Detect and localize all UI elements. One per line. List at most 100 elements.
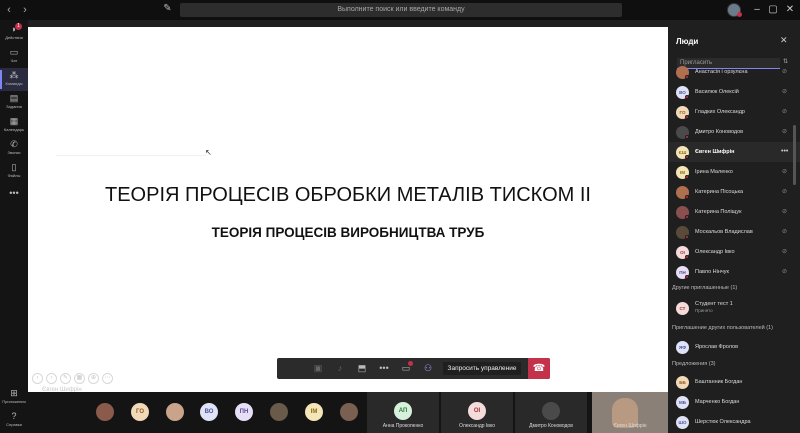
calendar-icon: ▦ <box>9 116 19 126</box>
mouse-cursor-icon: ↖ <box>205 148 212 157</box>
participant-video-tile[interactable]: Євген Шифрін <box>592 392 668 433</box>
pen-icon[interactable]: ✎ <box>60 373 71 384</box>
minimize-button[interactable]: – <box>750 3 764 17</box>
rail-help[interactable]: ? Справка <box>0 409 28 432</box>
camera-icon[interactable]: ▣ <box>307 358 329 379</box>
grid-icon[interactable]: ▦ <box>74 373 85 384</box>
participant-avatar: ОІ <box>468 402 486 420</box>
participant-avatar: ШО <box>676 416 689 429</box>
mic-off-icon: ⊘ <box>782 109 788 115</box>
participant-avatar <box>542 402 560 420</box>
rail-calls[interactable]: ✆ Звонки <box>0 137 28 160</box>
prev-slide-icon[interactable]: ‹ <box>32 373 43 384</box>
compose-icon[interactable]: ✎ <box>161 3 174 16</box>
participant-name: Олександр Івко <box>459 423 495 429</box>
suggestion-row[interactable]: МБ Марченко Богдан <box>668 392 800 412</box>
participant-row[interactable]: ОІ Олександр Івко ⊘ <box>668 242 800 262</box>
suggestion-row[interactable]: ШО Шерстюк Олександра <box>668 412 800 432</box>
participant-row[interactable]: ІМ Ірина Маленко ⊘ <box>668 162 800 182</box>
back-icon[interactable]: ‹ <box>2 4 16 16</box>
participant-row[interactable]: ПН Павло Нінчук ⊘ <box>668 262 800 282</box>
participant-status: Принято <box>695 308 713 313</box>
more-actions-icon[interactable]: ••• <box>373 358 395 379</box>
meeting-controls: ▣ ♪ ⬒ ••• ▭ ⚇ Запросить управление ☎ <box>277 358 550 379</box>
mic-icon[interactable]: ♪ <box>329 358 351 379</box>
close-button[interactable]: ✕ <box>783 3 797 17</box>
status-dot <box>685 155 689 159</box>
participant-avatar[interactable] <box>96 403 114 421</box>
rail-chat[interactable]: ▭ Чат <box>0 45 28 68</box>
mic-off-icon: ⊘ <box>782 249 788 255</box>
participant-avatar[interactable]: ВО <box>200 403 218 421</box>
more-options-icon[interactable]: ••• <box>781 142 788 162</box>
slide-title: ТЕОРІЯ ПРОЦЕСІВ ОБРОБКИ МЕТАЛІВ ТИСКОМ І… <box>105 184 591 206</box>
participant-row[interactable]: Катерина Пісоцька ⊘ <box>668 182 800 202</box>
participant-name: Василюк Олексій <box>695 89 739 95</box>
maximize-button[interactable]: ▢ <box>766 3 780 17</box>
participant-avatar[interactable] <box>270 403 288 421</box>
suggestion-row[interactable]: ББ Баштанник Богдан <box>668 372 800 392</box>
file-icon: ▯ <box>11 162 17 172</box>
participant-avatar[interactable] <box>340 403 358 421</box>
rail-teams[interactable]: ⁂ Команды <box>0 68 28 91</box>
zoom-icon[interactable]: ⊕ <box>88 373 99 384</box>
apps-icon: ⊞ <box>10 388 18 398</box>
rail-files[interactable]: ▯ Файлы <box>0 160 28 183</box>
mic-off-icon: ⊘ <box>782 169 788 175</box>
participant-avatar: СТ <box>676 302 689 315</box>
participant-row[interactable]: СТ Студент тест 1 Принято <box>668 298 800 318</box>
participant-name: Ірина Маленко <box>695 169 733 175</box>
participant-avatar[interactable]: ГО <box>131 403 149 421</box>
mic-off-icon: ⊘ <box>782 129 788 135</box>
participant-row[interactable]: Катерина Поліщук ⊘ <box>668 202 800 222</box>
rail-apps[interactable]: ⊞ Приложения <box>0 386 28 409</box>
search-input[interactable]: Выполните поиск или введите команду <box>180 3 622 17</box>
hang-up-button[interactable]: ☎ <box>528 358 550 379</box>
participant-avatar[interactable]: ПН <box>235 403 253 421</box>
participant-name: Катерина Пісоцька <box>695 189 744 195</box>
mic-off-icon: ⊘ <box>782 209 788 215</box>
chat-badge <box>408 361 413 366</box>
participant-avatar[interactable]: ІМ <box>305 403 323 421</box>
chat-icon[interactable]: ▭ <box>395 358 417 379</box>
rail-assignments[interactable]: ▤ Задания <box>0 91 28 114</box>
participant-avatar: МБ <box>676 396 689 409</box>
participant-name: Гладких Олександр <box>695 109 745 115</box>
slide-subtitle: ТЕОРІЯ ПРОЦЕСІВ ВИРОБНИЦТВА ТРУБ <box>211 225 485 240</box>
rail-calendar[interactable]: ▦ Календарь <box>0 114 28 137</box>
section-other-invited[interactable]: Другие приглашенные (1) <box>672 285 737 291</box>
title-bar: ‹ › ✎ Выполните поиск или введите команд… <box>0 0 800 20</box>
section-suggestions[interactable]: Предложения (3) <box>672 361 716 367</box>
participant-row[interactable]: Дмитро Коноводов ⊘ <box>668 122 800 142</box>
section-invites[interactable]: Приглашение других пользователей (1) <box>672 325 773 331</box>
rail-activity[interactable]: ◗ Действия 1 <box>0 22 28 45</box>
mic-off-icon: ⊘ <box>782 89 788 95</box>
forward-icon[interactable]: › <box>18 4 32 16</box>
rail-more[interactable]: ••• <box>0 186 28 209</box>
participant-row[interactable]: Анастасія і орзулєна ⊘ <box>668 62 800 82</box>
participant-row[interactable]: ВО Василюк Олексій ⊘ <box>668 82 800 102</box>
participant-row[interactable]: Москальов Владислав ⊘ <box>668 222 800 242</box>
close-icon[interactable]: ✕ <box>780 35 788 46</box>
status-dot <box>685 135 689 139</box>
next-slide-icon[interactable]: › <box>46 373 57 384</box>
teams-icon: ⁂ <box>9 70 19 80</box>
participant-name: Марченко Богдан <box>695 399 740 405</box>
assignments-icon: ▤ <box>9 93 19 103</box>
participants-icon[interactable]: ⚇ <box>417 358 439 379</box>
panel-scrollbar[interactable] <box>793 125 796 185</box>
participant-tile[interactable]: Дмитро Коноводов <box>515 392 587 433</box>
participant-row[interactable]: ГО Гладких Олександр ⊘ <box>668 102 800 122</box>
people-panel: Люди ✕ Пригласить ⇅ Анастасія і орзулєна… <box>668 20 800 433</box>
participant-tile[interactable]: АП Анна Прокопенко <box>367 392 439 433</box>
participant-tile[interactable]: ОІ Олександр Івко <box>441 392 513 433</box>
more-options-icon[interactable]: ⋯ <box>102 373 113 384</box>
status-dot <box>685 95 689 99</box>
request-control-button[interactable]: Запросить управление <box>443 362 521 375</box>
share-screen-icon[interactable]: ⬒ <box>351 358 373 379</box>
participant-name: Шерстюк Олександра <box>695 419 751 425</box>
participant-row[interactable]: ЯФ Ярослав Фролов <box>668 337 800 357</box>
participant-avatar[interactable] <box>166 403 184 421</box>
participant-row[interactable]: ЄШ Євген Шифрін ••• <box>668 142 800 162</box>
slide-divider <box>56 155 206 156</box>
